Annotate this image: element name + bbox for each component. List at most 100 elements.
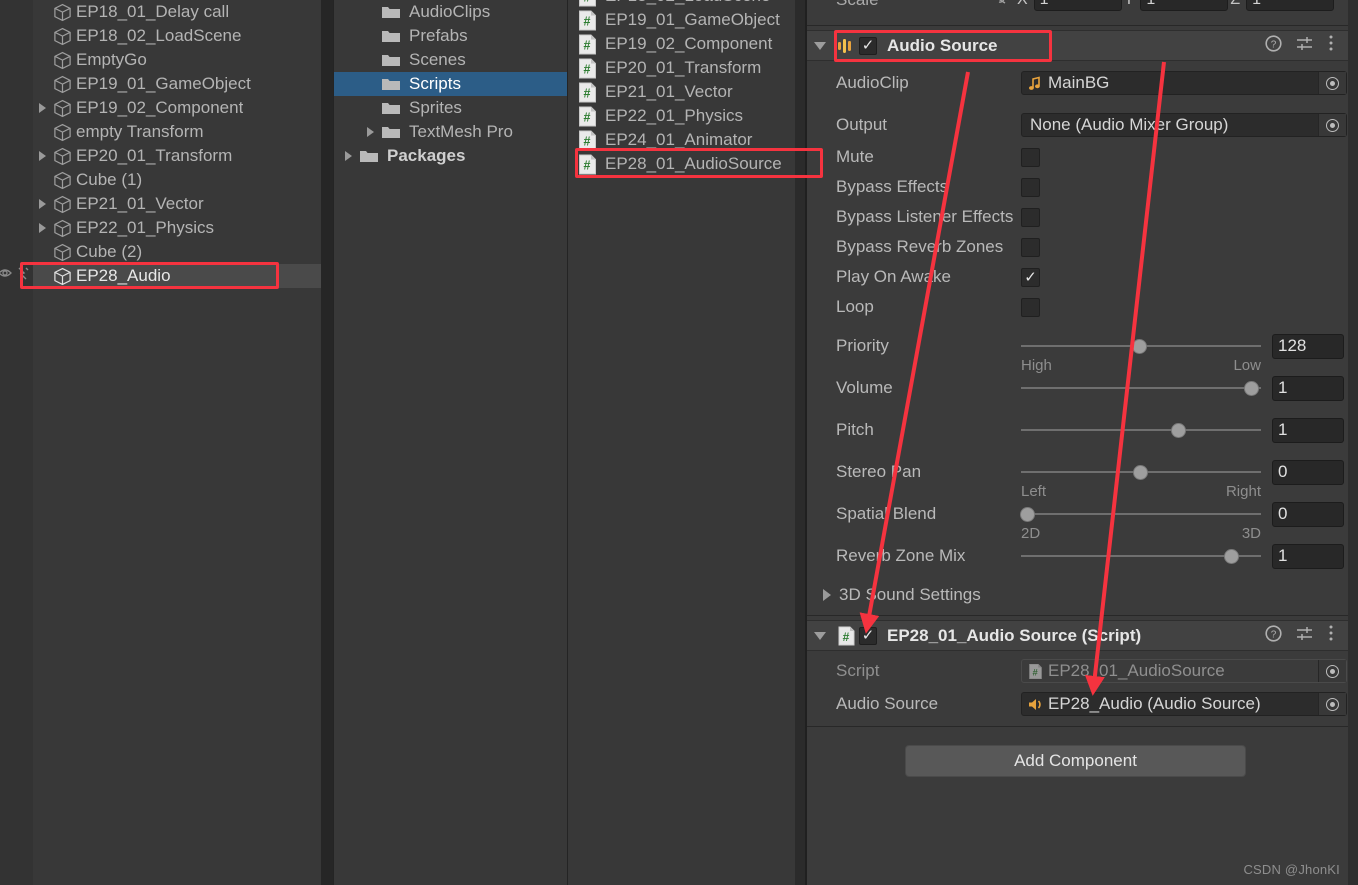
audio-slider-value-field[interactable]: 128 bbox=[1272, 333, 1344, 359]
audioclip-object-picker[interactable] bbox=[1318, 72, 1346, 94]
hierarchy-item[interactable]: Cube (1) bbox=[33, 168, 321, 192]
slider-knob[interactable] bbox=[1132, 465, 1148, 480]
more-menu-icon[interactable] bbox=[1328, 34, 1334, 57]
gameobject-cube-icon bbox=[51, 169, 73, 191]
script-enabled-checkbox[interactable]: ✓ bbox=[859, 626, 877, 645]
output-object-picker[interactable] bbox=[1318, 114, 1346, 136]
hierarchy-item[interactable]: EP18_01_Delay call bbox=[33, 0, 321, 24]
scale-x-field[interactable]: 1 bbox=[1033, 0, 1122, 11]
project-file-item[interactable]: # EP21_01_Vector bbox=[567, 80, 805, 104]
project-folder-label: Scripts bbox=[409, 74, 461, 93]
audio-slider[interactable]: High Low bbox=[1021, 331, 1261, 374]
preset-icon[interactable] bbox=[1296, 35, 1314, 57]
slider-min-label: High bbox=[1021, 357, 1052, 374]
hierarchy-item[interactable]: EP20_01_Transform bbox=[33, 144, 321, 168]
project-file-item[interactable]: # EP19_01_GameObject bbox=[567, 8, 805, 32]
eye-icon[interactable] bbox=[0, 266, 14, 280]
project-folder-item[interactable]: Scripts bbox=[333, 72, 567, 96]
audio-slider[interactable] bbox=[1021, 541, 1261, 571]
output-field[interactable]: None (Audio Mixer Group) bbox=[1021, 113, 1347, 137]
scale-z-field[interactable]: 1 bbox=[1246, 0, 1335, 11]
audio-slider-value-field[interactable]: 1 bbox=[1272, 543, 1344, 569]
audio-toggle-checkbox[interactable] bbox=[1021, 237, 1040, 257]
preset-icon[interactable] bbox=[1296, 625, 1314, 647]
foldout-arrow-icon[interactable] bbox=[359, 127, 381, 137]
hierarchy-item[interactable]: empty Transform bbox=[33, 120, 321, 144]
project-folder-item[interactable]: Packages bbox=[333, 144, 567, 168]
project-file-item[interactable]: # EP18_02_LoadScene bbox=[567, 0, 805, 8]
audioclip-row: AudioClip MainBG bbox=[807, 68, 1348, 98]
project-folder-item[interactable]: AudioClips bbox=[333, 0, 567, 24]
hierarchy-item[interactable]: EP19_01_GameObject bbox=[33, 72, 321, 96]
script-audiosource-label: Audio Source bbox=[836, 694, 939, 713]
foldout-arrow-icon[interactable] bbox=[33, 216, 51, 240]
slider-knob[interactable] bbox=[1131, 339, 1147, 354]
project-file-item[interactable]: # EP19_02_Component bbox=[567, 32, 805, 56]
audio-toggle-checkbox[interactable] bbox=[1021, 147, 1040, 167]
hierarchy-item[interactable]: EP21_01_Vector bbox=[33, 192, 321, 216]
audiosource-object-picker[interactable] bbox=[1318, 693, 1346, 715]
scale-z-label: Z bbox=[1230, 0, 1240, 9]
project-file-item[interactable]: # EP22_01_Physics bbox=[567, 104, 805, 128]
folder-icon bbox=[359, 147, 383, 165]
audio-toggle-checkbox[interactable] bbox=[1021, 207, 1040, 227]
hierarchy-item[interactable]: EP18_02_LoadScene bbox=[33, 24, 321, 48]
audio-toggle-checkbox[interactable]: ✓ bbox=[1021, 267, 1040, 287]
audio-slider[interactable]: 2D 3D bbox=[1020, 499, 1261, 542]
help-icon[interactable]: ? bbox=[1265, 34, 1282, 57]
scale-y-field[interactable]: 1 bbox=[1140, 0, 1229, 11]
folder-icon bbox=[381, 99, 405, 117]
foldout-arrow-icon bbox=[823, 589, 831, 601]
script-audiosource-field-row: Audio Source EP28_Audio (Audio Source) bbox=[807, 689, 1348, 719]
svg-text:#: # bbox=[584, 134, 591, 148]
foldout-arrow-icon[interactable] bbox=[337, 151, 359, 161]
foldout-arrow-icon[interactable] bbox=[807, 41, 833, 50]
project-folder-label: Sprites bbox=[409, 98, 462, 117]
project-folder-item[interactable]: Prefabs bbox=[333, 24, 567, 48]
folder-icon bbox=[381, 75, 405, 93]
constrain-proportions-icon[interactable] bbox=[987, 0, 1007, 11]
slider-knob[interactable] bbox=[1244, 381, 1260, 396]
hierarchy-scrollbar[interactable] bbox=[321, 0, 333, 885]
foldout-arrow-icon[interactable] bbox=[807, 631, 833, 640]
slider-knob[interactable] bbox=[1224, 549, 1239, 564]
foldout-arrow-icon[interactable] bbox=[33, 96, 51, 120]
project-files-scrollbar[interactable] bbox=[795, 0, 805, 885]
project-folder-item[interactable]: Sprites bbox=[333, 96, 567, 120]
audio-slider[interactable] bbox=[1021, 373, 1261, 403]
script-audiosource-field[interactable]: EP28_Audio (Audio Source) bbox=[1021, 692, 1347, 716]
slider-knob[interactable] bbox=[1020, 507, 1035, 522]
audio-toggle-label: Mute bbox=[836, 147, 874, 166]
audio-slider[interactable]: Left Right bbox=[1021, 457, 1261, 500]
svg-text:#: # bbox=[584, 86, 591, 100]
hierarchy-item[interactable]: Cube (2) bbox=[33, 240, 321, 264]
script-object-picker[interactable] bbox=[1318, 660, 1346, 682]
hierarchy-item[interactable]: EP22_01_Physics bbox=[33, 216, 321, 240]
hierarchy-item[interactable]: EmptyGo bbox=[33, 48, 321, 72]
script-reference-field: # EP28_01_AudioSource bbox=[1021, 659, 1347, 683]
audio-slider[interactable] bbox=[1021, 415, 1261, 445]
inspector-scrollbar[interactable] bbox=[1348, 0, 1358, 885]
project-folder-item[interactable]: TextMesh Pro bbox=[333, 120, 567, 144]
audio-slider-value-field[interactable]: 1 bbox=[1272, 375, 1344, 401]
audio-slider-value-field[interactable]: 1 bbox=[1272, 417, 1344, 443]
audio-toggle-checkbox[interactable] bbox=[1021, 297, 1040, 317]
help-icon[interactable]: ? bbox=[1265, 624, 1282, 647]
script-component-header[interactable]: # ✓ EP28_01_Audio Source (Script) ? bbox=[807, 620, 1348, 651]
foldout-arrow-icon[interactable] bbox=[33, 192, 51, 216]
audio-slider-row: Priority High Low 128 bbox=[807, 331, 1348, 374]
audio-slider-value-field[interactable]: 0 bbox=[1272, 459, 1344, 485]
foldout-arrow-icon[interactable] bbox=[33, 144, 51, 168]
audioclip-field[interactable]: MainBG bbox=[1021, 71, 1347, 95]
3d-sound-settings-foldout[interactable]: 3D Sound Settings bbox=[807, 580, 1348, 610]
folder-icon bbox=[381, 3, 405, 21]
more-menu-icon[interactable] bbox=[1328, 624, 1334, 647]
audio-toggle-checkbox[interactable] bbox=[1021, 177, 1040, 197]
add-component-button[interactable]: Add Component bbox=[905, 745, 1246, 777]
project-file-item[interactable]: # EP20_01_Transform bbox=[567, 56, 805, 80]
gameobject-cube-icon bbox=[51, 97, 73, 119]
slider-knob[interactable] bbox=[1171, 423, 1187, 438]
audio-slider-value-field[interactable]: 0 bbox=[1272, 501, 1344, 527]
hierarchy-item[interactable]: EP19_02_Component bbox=[33, 96, 321, 120]
project-folder-item[interactable]: Scenes bbox=[333, 48, 567, 72]
